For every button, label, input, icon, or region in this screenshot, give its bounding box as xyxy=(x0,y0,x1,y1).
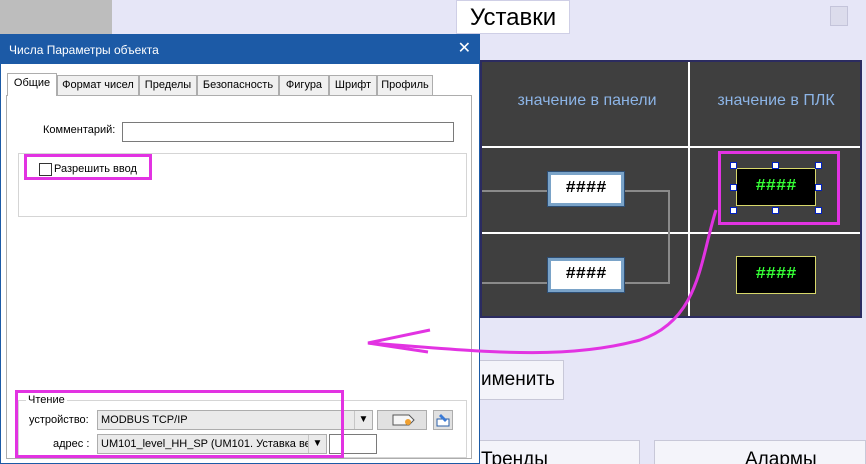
tag-icon xyxy=(392,414,415,426)
background-gray-block xyxy=(0,0,112,34)
close-icon[interactable]: ✕ xyxy=(458,40,471,58)
chevron-down-icon[interactable]: ▼ xyxy=(354,411,372,429)
connector-line xyxy=(668,190,670,284)
column-header-plc: значение в ПЛК xyxy=(717,92,835,109)
tab-limits[interactable]: Пределы xyxy=(139,75,197,95)
highlight-frame-read xyxy=(15,390,344,458)
tab-font[interactable]: Шрифт xyxy=(329,75,377,95)
edit-icon xyxy=(436,414,450,427)
background-small-box xyxy=(830,6,848,26)
edit-device-button[interactable] xyxy=(433,410,453,430)
grid-line xyxy=(688,62,690,316)
dialog-title: Числа Параметры объекта xyxy=(9,43,159,57)
tab-number-format[interactable]: Формат чисел xyxy=(57,75,139,95)
comment-label: Комментарий: xyxy=(43,124,116,136)
dialog-titlebar[interactable]: Числа Параметры объекта ✕ xyxy=(1,35,479,64)
grid-line xyxy=(482,146,860,148)
connector-line xyxy=(482,190,548,192)
highlight-frame-plc xyxy=(718,151,840,225)
connector-line xyxy=(624,190,670,192)
comment-input[interactable] xyxy=(122,122,454,142)
panel-value-field[interactable]: #### xyxy=(548,258,624,292)
screen-title: Уставки xyxy=(456,0,570,34)
tag-button[interactable] xyxy=(377,410,427,430)
tab-profile[interactable]: Профиль xyxy=(377,75,433,95)
alarms-button[interactable]: Алармы xyxy=(654,440,866,464)
highlight-frame-allow-input xyxy=(24,154,152,180)
object-properties-dialog: Числа Параметры объекта ✕ Общие Формат ч… xyxy=(0,34,480,464)
setpoint-grid: значение в панели значение в ПЛК #### ##… xyxy=(480,60,862,318)
trends-button[interactable]: Тренды xyxy=(466,440,640,464)
apply-button[interactable]: именить xyxy=(466,360,564,400)
tab-panel-general: Комментарий: Разрешить ввод Чтение устро… xyxy=(6,95,472,459)
connector-line xyxy=(482,282,548,284)
column-header-panel: значение в панели xyxy=(517,92,657,109)
tab-shape[interactable]: Фигура xyxy=(279,75,329,95)
grid-line xyxy=(482,232,860,234)
tab-security[interactable]: Безопасность xyxy=(197,75,279,95)
connector-line xyxy=(624,282,670,284)
panel-value-field[interactable]: #### xyxy=(548,172,624,206)
plc-value-field[interactable]: #### xyxy=(736,256,816,294)
tab-general[interactable]: Общие xyxy=(7,73,57,96)
